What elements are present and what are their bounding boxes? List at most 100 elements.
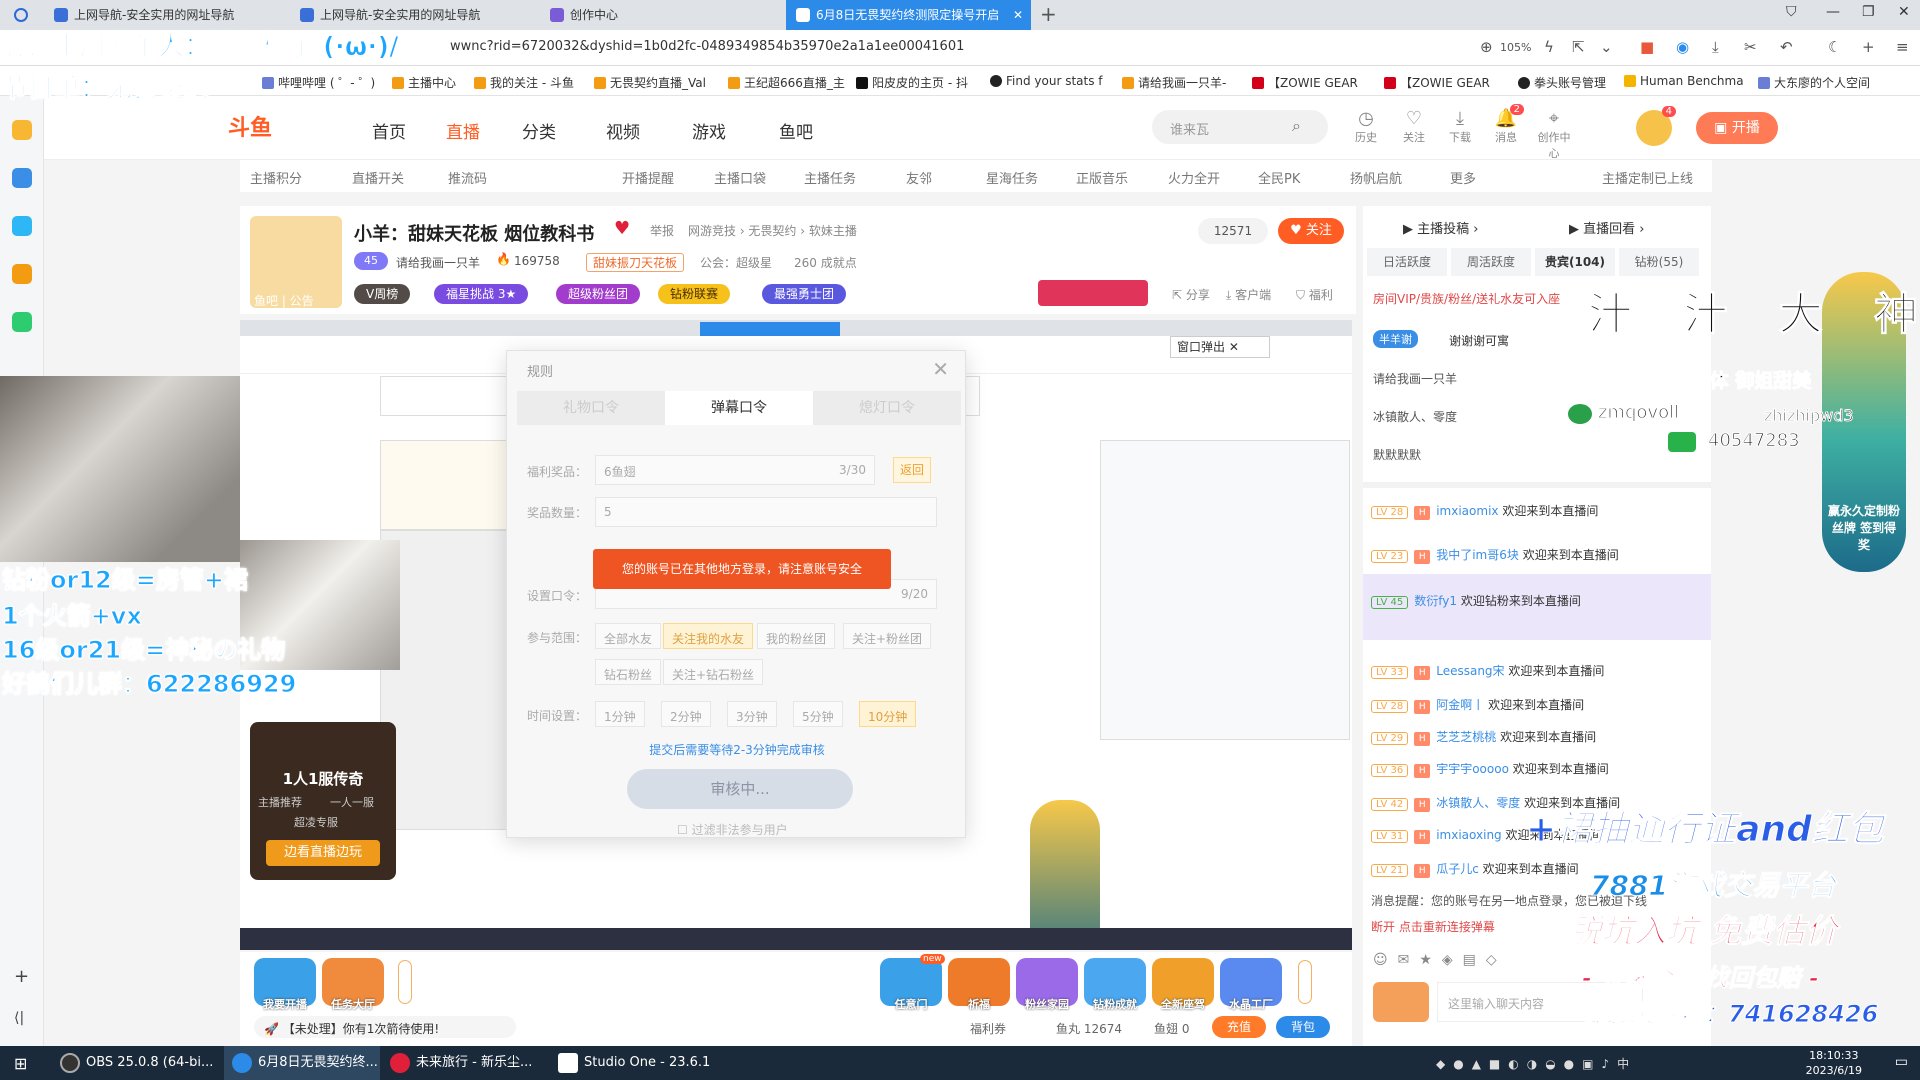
subnav-item[interactable]: 推流码 [448,168,487,187]
bookmark-item[interactable]: Human Benchma [1624,74,1744,88]
bookmark-item[interactable]: 哔哩哔哩 ( ゜- ゜) [262,74,375,91]
portal-gift[interactable]: 任意门 [880,958,942,1011]
lightning-icon[interactable]: ϟ [1544,38,1554,56]
cloud-icon[interactable] [12,168,32,188]
streamer-submit-link[interactable]: ▶ 主播投稿 › [1403,218,1479,237]
search-input[interactable]: 谁来瓦 [1152,110,1328,144]
tab-diamond-fans[interactable]: 钻粉(55) [1619,248,1699,276]
chevron-down-icon[interactable]: ⌄ [1600,38,1613,56]
weekly-rank-pill[interactable]: V周榜 [354,284,411,304]
expand-button[interactable] [398,960,412,1004]
follow-button[interactable]: ♥ 关注 [1278,218,1344,244]
subnav-item[interactable]: 主播定制已上线 [1602,168,1693,187]
tab-gift-command[interactable]: 礼物口令 [517,391,665,425]
browser-tab-active[interactable]: 6月8日无畏契约终测限定操号开启 ✕ [786,0,1031,30]
download-icon[interactable]: ⤓ [1712,38,1719,56]
bookmark-item[interactable]: Find your stats f [990,74,1103,88]
bookmark-item[interactable]: 无畏契约直播_Val [594,74,706,91]
start-live-gift[interactable]: 我要开播 [254,958,316,1011]
window-popup-label[interactable]: 窗口弹出 ✕ [1170,336,1270,358]
subnav-item[interactable]: 直播开关 [352,168,404,187]
range-option[interactable]: 我的粉丝团 [757,623,836,649]
tab-daily-activity[interactable]: 日活跃度 [1367,248,1447,276]
subnav-item[interactable]: 扬帆启航 [1350,168,1402,187]
restore-icon[interactable]: ❐ [1862,4,1875,20]
fishbar-link[interactable]: 鱼吧 | 公告 [254,292,314,309]
menu-icon[interactable]: ≡ [1896,38,1909,56]
search-icon[interactable] [12,264,32,284]
expand-button[interactable] [1298,960,1312,1004]
bookmark-item[interactable]: 阳皮皮的主页 - 抖 [856,74,968,91]
extension-icon[interactable]: ◉ [1676,38,1689,56]
search-icon[interactable]: ⌕ [1292,116,1301,136]
bookmark-item[interactable]: 【ZOWIE GEAR [1252,74,1358,91]
bookmark-item[interactable]: 王纪超666直播_主 [728,74,845,91]
close-icon[interactable]: ✕ [1013,0,1023,30]
moon-icon[interactable]: ☾ [1828,38,1841,56]
task-hall-gift[interactable]: 任务大厅 [322,958,384,1011]
tab-vip[interactable]: 贵宾(104) [1535,248,1615,276]
event-banner[interactable] [1038,280,1148,306]
zoom-icon[interactable]: ⊕ [1480,38,1493,56]
union-tag[interactable]: 甜妹振刀天花板 [586,253,685,272]
diamond-league-pill[interactable]: 钻粉联赛 [658,284,731,304]
unprocessed-notice[interactable]: 🚀 【未处理】你有1次箭待使用! [254,1016,516,1038]
tab-lightoff-command[interactable]: 熄灯口令 [813,391,961,425]
tab-weekly-activity[interactable]: 周活跃度 [1451,248,1531,276]
back-button[interactable]: 返回 [893,457,931,483]
bookmark-item[interactable]: 大东廖的个人空间 [1758,74,1870,91]
time-option[interactable]: 2分钟 [661,701,711,727]
taskbar-item-studio-one[interactable]: Studio One - 23.6.1 [550,1046,710,1080]
chat-tools-icons[interactable]: ☺✉★◈▤◇ [1373,952,1507,968]
warrior-group-pill[interactable]: 最强勇士团 [762,284,847,304]
subnav-item[interactable]: 火力全开 [1168,168,1220,187]
room-category[interactable]: 网游竞技 › 无畏契约 › 软妹主播 [688,222,857,239]
time-option[interactable]: 3分钟 [727,701,777,727]
system-tray-icons[interactable]: ◆●▲■◐◑◒●▣♪中 [1436,1055,1637,1072]
avatar[interactable]: 4 [1636,106,1676,146]
nav-category[interactable]: 分类 [522,118,556,143]
taskbar-item-obs[interactable]: OBS 25.0.8 (64-bi... [52,1046,222,1080]
bookmark-item[interactable]: 请给我画一只羊- [1122,74,1226,91]
achievement-points[interactable]: 260 成就点 [794,254,857,271]
collapse-icon[interactable]: ⟨| [14,1010,24,1026]
follow-button[interactable]: ♡ 关注 [1394,108,1434,145]
nav-video[interactable]: 视频 [606,118,640,143]
browser-tab[interactable]: 创作中心 [540,0,770,30]
nav-game[interactable]: 游戏 [692,118,726,143]
range-option-selected[interactable]: 关注我的水友 [663,623,754,649]
plus-icon[interactable]: + [14,966,29,987]
guild-info[interactable]: 公会：超级星 [700,254,772,271]
subnav-item[interactable]: 全民PK [1258,168,1300,187]
quantity-input[interactable]: 5 [595,497,937,527]
subnav-item[interactable]: 主播任务 [804,168,856,187]
time-option[interactable]: 5分钟 [793,701,843,727]
taskbar-item-browser[interactable]: 6月8日无畏契约终... [224,1046,380,1080]
range-option[interactable]: 关注+粉丝团 [843,623,932,649]
close-window-icon[interactable]: ✕ [1898,4,1910,20]
range-option[interactable]: 钻石粉丝 [595,659,662,685]
download-button[interactable]: ⤓ 下载 [1440,108,1480,145]
creator-center-button[interactable]: ⌖ 创作中心 [1534,108,1574,161]
coupon-link[interactable]: 福利券 [970,1020,1006,1037]
diamond-achievement-gift[interactable]: 钻粉成就 [1084,958,1146,1011]
bookmark-item[interactable]: 【ZOWIE GEAR [1384,74,1490,91]
welfare-button[interactable]: ⛉ 福利 [1296,286,1333,303]
time-option-selected[interactable]: 10分钟 [859,701,917,727]
scissors-icon[interactable]: ✂ [1744,38,1757,56]
undo-icon[interactable]: ↶ [1780,38,1793,56]
close-icon[interactable]: ✕ [932,357,949,381]
taskbar-item-netease[interactable]: 未来旅行 - 新乐尘... [382,1046,548,1080]
subnav-item[interactable]: 更多 [1450,168,1476,187]
wechat-icon[interactable] [12,312,32,332]
subnav-item[interactable]: 正版音乐 [1076,168,1128,187]
fan-home-gift[interactable]: 粉丝家园 [1016,958,1078,1011]
super-fan-pill[interactable]: 超级粉丝团 [556,284,641,304]
pray-gift[interactable]: 祈福 [948,958,1010,1011]
bag-button[interactable]: 背包 [1276,1016,1330,1038]
range-option[interactable]: 关注+钻石粉丝 [663,659,764,685]
time-option[interactable]: 1分钟 [595,701,645,727]
minimize-icon[interactable]: — [1826,4,1840,20]
share-button[interactable]: ⇱ 分享 [1172,286,1210,303]
url-field[interactable]: wwnc?rid=6720032&dyshid=1b0d2fc-04893498… [450,39,964,54]
